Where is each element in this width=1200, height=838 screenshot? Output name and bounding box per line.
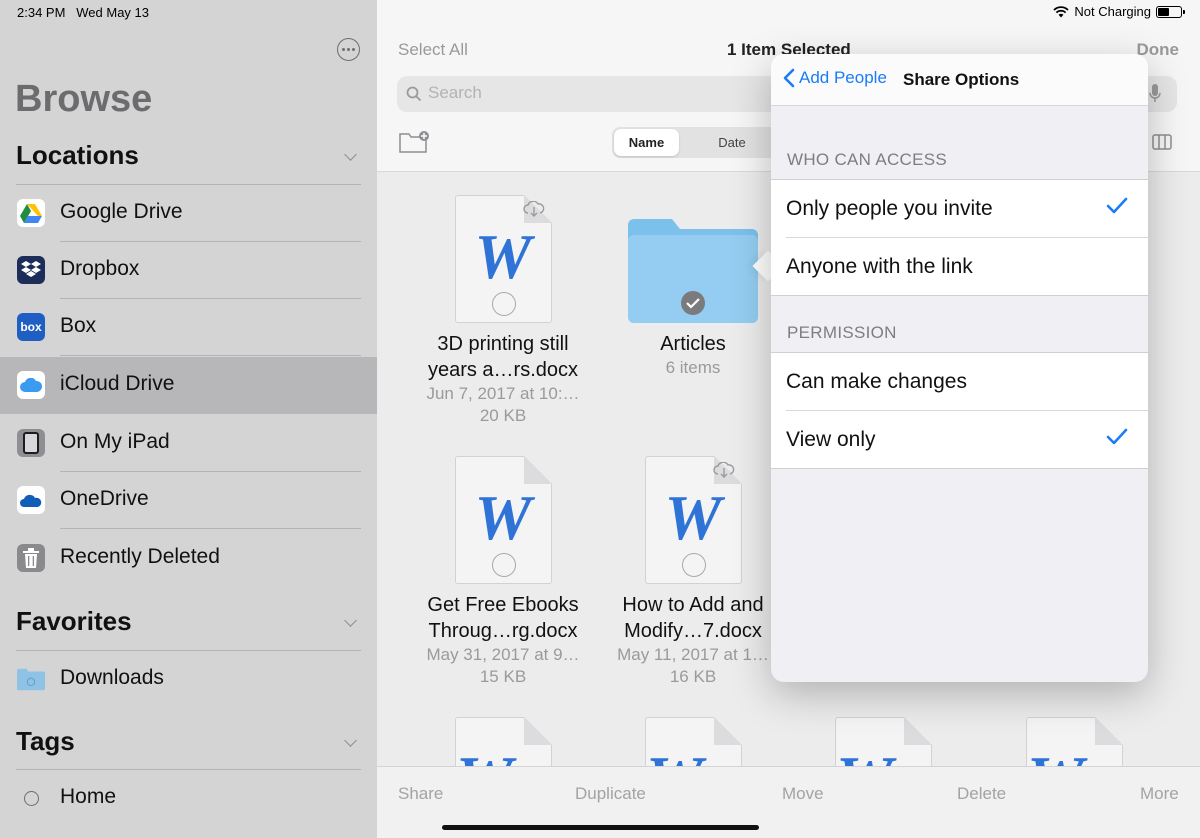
chevron-down-icon[interactable]	[344, 614, 357, 627]
file-name: How to Add and Modify…7.docx	[622, 594, 764, 642]
home-indicator[interactable]	[442, 825, 759, 830]
sidebar-item-label: Dropbox	[60, 257, 140, 280]
battery-icon	[1156, 5, 1185, 18]
delete-button[interactable]: Delete	[957, 784, 1006, 804]
access-option-anyone-with-link[interactable]: Anyone with the link	[771, 238, 1148, 296]
more-button[interactable]: More	[1140, 784, 1179, 804]
folder-item[interactable]: Articles 6 items	[598, 195, 788, 379]
checkmark-icon	[1106, 197, 1128, 214]
file-item[interactable]: W Get Free Ebooks Throug…rg.docx May 31, …	[408, 456, 598, 688]
sidebar-item-on-my-ipad[interactable]: On My iPad	[0, 415, 377, 472]
chevron-down-icon[interactable]	[344, 148, 357, 161]
sidebar-item-label: Downloads	[60, 666, 164, 689]
sidebar-item-label: Box	[60, 314, 97, 337]
sidebar-item-tag-home[interactable]: Home	[0, 770, 377, 827]
share-button[interactable]: Share	[398, 784, 443, 804]
sidebar-item-label: Home	[60, 785, 117, 808]
word-document-icon: W	[454, 195, 552, 323]
status-right: Not Charging	[1053, 4, 1185, 19]
sidebar-item-downloads[interactable]: Downloads	[0, 651, 377, 708]
selection-circle[interactable]	[491, 292, 516, 316]
sidebar-item-label: OneDrive	[60, 487, 149, 510]
sidebar-item-label: iCloud Drive	[60, 372, 175, 395]
file-size: 20 KB	[479, 406, 527, 425]
chevron-left-icon	[783, 68, 795, 88]
file-item[interactable]: W 3D printing still years a…rs.docx Jun 7…	[408, 195, 598, 427]
folder-item-count: 6 items	[665, 358, 721, 377]
folder-name: Articles	[660, 333, 726, 355]
ellipsis-more-button[interactable]	[337, 38, 360, 61]
sidebar-item-label: Recently Deleted	[60, 545, 220, 568]
trash-icon	[17, 544, 45, 572]
sidebar-item-icloud-drive[interactable]: iCloud Drive	[0, 357, 377, 414]
file-size: 16 KB	[669, 667, 717, 686]
box-icon: box	[17, 313, 45, 341]
favorites-header[interactable]: Favorites	[16, 606, 132, 637]
ipad-icon	[17, 429, 45, 457]
move-button[interactable]: Move	[782, 784, 824, 804]
onedrive-icon	[17, 486, 45, 514]
tag-circle-icon	[17, 784, 45, 812]
word-document-icon: W	[454, 456, 552, 584]
search-icon	[406, 86, 422, 102]
sidebar: Browse Locations Google Drive Dropbox bo…	[0, 0, 377, 838]
dropbox-icon	[17, 256, 45, 284]
downloads-folder-icon	[17, 665, 45, 693]
status-time: 2:34 PM Wed May 13	[17, 5, 150, 20]
access-option-only-invited[interactable]: Only people you invite	[771, 180, 1148, 238]
duplicate-button[interactable]: Duplicate	[575, 784, 646, 804]
file-date: May 11, 2017 at 1…	[617, 645, 769, 664]
google-drive-icon	[17, 199, 45, 227]
permission-option-view-only[interactable]: View only	[771, 411, 1148, 469]
sidebar-item-label: Google Drive	[60, 200, 183, 223]
file-name: 3D printing still years a…rs.docx	[427, 333, 579, 381]
sidebar-item-google-drive[interactable]: Google Drive	[0, 185, 377, 242]
selection-circle[interactable]	[491, 553, 516, 577]
add-people-back-button[interactable]: Add People	[783, 68, 887, 88]
column-view-icon[interactable]	[1152, 134, 1172, 150]
checkmark-icon	[1106, 428, 1128, 445]
sort-name-tab[interactable]: Name	[614, 129, 679, 156]
permission-header: PERMISSION	[787, 323, 897, 342]
sidebar-item-onedrive[interactable]: OneDrive	[0, 472, 377, 529]
permission-option-can-make-changes[interactable]: Can make changes	[771, 353, 1148, 411]
sidebar-item-label: On My iPad	[60, 430, 170, 453]
word-document-icon: W	[644, 456, 742, 584]
icloud-icon	[17, 371, 45, 399]
share-options-popover: Add People Share Options WHO CAN ACCESS …	[771, 54, 1148, 682]
file-size: 15 KB	[479, 667, 527, 686]
file-date: May 31, 2017 at 9…	[426, 645, 580, 664]
microphone-icon[interactable]	[1149, 84, 1161, 103]
cloud-download-icon	[522, 201, 544, 217]
chevron-down-icon[interactable]	[344, 734, 357, 747]
tags-header[interactable]: Tags	[16, 726, 75, 757]
cloud-download-icon	[712, 462, 734, 478]
wifi-icon	[1053, 5, 1070, 17]
charging-status: Not Charging	[1074, 4, 1151, 19]
folder-icon	[628, 219, 758, 323]
search-placeholder: Search	[428, 83, 482, 102]
file-item[interactable]: W How to Add and Modify…7.docx May 11, 20…	[598, 456, 788, 688]
selection-circle[interactable]	[681, 553, 706, 577]
popover-title: Share Options	[903, 70, 1020, 89]
locations-header[interactable]: Locations	[16, 140, 139, 171]
new-folder-icon[interactable]	[399, 130, 431, 154]
file-date: Jun 7, 2017 at 10:…	[426, 384, 580, 403]
who-can-access-header: WHO CAN ACCESS	[787, 150, 948, 169]
sidebar-item-recently-deleted[interactable]: Recently Deleted	[0, 530, 377, 587]
popover-header: Add People Share Options	[771, 54, 1148, 106]
select-all-button[interactable]: Select All	[398, 40, 468, 60]
sidebar-item-box[interactable]: box Box	[0, 299, 377, 356]
sort-date-tab[interactable]: Date	[697, 129, 767, 156]
sidebar-item-dropbox[interactable]: Dropbox	[0, 242, 377, 299]
browse-title: Browse	[15, 78, 153, 120]
file-name: Get Free Ebooks Throug…rg.docx	[427, 594, 579, 642]
